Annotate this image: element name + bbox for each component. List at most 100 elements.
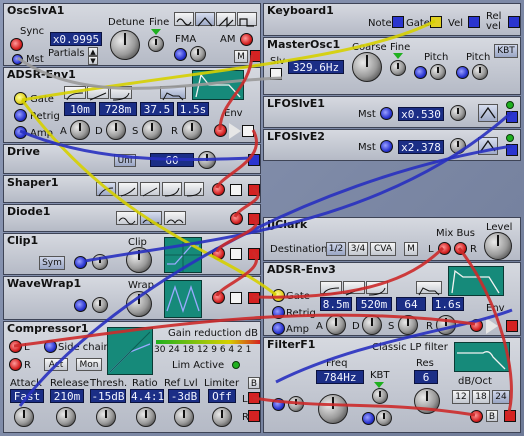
clip-input-jack[interactable] [212, 247, 225, 260]
gate-output-jack[interactable] [430, 16, 442, 28]
res-knob[interactable] [414, 388, 440, 414]
diode-full-button[interactable] [164, 211, 186, 225]
sustain-knob[interactable] [142, 120, 162, 140]
ratio-knob[interactable] [450, 105, 466, 121]
audio-input-jack[interactable] [242, 125, 254, 137]
env-output-jack[interactable] [470, 319, 483, 332]
module-lfo-slv-e1[interactable]: LFOSlvE1 Mst x0.530 [263, 96, 521, 128]
kbt-button[interactable]: KBT [494, 44, 518, 58]
sustain-knob[interactable] [398, 315, 418, 335]
retrig-input-jack[interactable] [272, 306, 285, 319]
saw-wave-button[interactable] [216, 12, 236, 28]
module-lfo-slv-e2[interactable]: LFOSlvE2 Mst x2.378 [263, 129, 521, 161]
shaper-mod-jack[interactable] [230, 184, 242, 196]
wrap-input-jack[interactable] [212, 291, 225, 304]
gate-input-jack[interactable] [272, 289, 285, 302]
left-output-jack[interactable] [248, 392, 260, 404]
freq-display[interactable]: 784Hz [316, 370, 364, 384]
slv-output-jack[interactable] [270, 68, 282, 80]
drive-output-jack[interactable] [248, 154, 260, 166]
slope-18-button[interactable]: 18 [472, 390, 490, 404]
vel-output-jack[interactable] [468, 16, 480, 28]
attack-shape-exp-button[interactable] [110, 86, 132, 101]
bypass-button[interactable]: B [248, 377, 260, 389]
module-clip1[interactable]: Clip1 Sym Clip [3, 233, 261, 275]
rel-vel-output-jack[interactable] [508, 16, 520, 28]
square-wave-button[interactable] [237, 12, 257, 27]
shape-2-button[interactable] [118, 182, 138, 197]
module-diode1[interactable]: Diode1 [3, 204, 261, 232]
thresh-display[interactable]: -15dB [90, 389, 126, 403]
bypass-button[interactable]: B [486, 410, 498, 422]
ratio-knob[interactable] [450, 138, 466, 154]
ratio-display[interactable]: x0.530 [398, 107, 444, 121]
pitch2-input-jack[interactable] [456, 66, 469, 79]
attack-display[interactable]: 10m [64, 102, 96, 116]
gate-input-jack[interactable] [14, 92, 27, 105]
ratio-display[interactable]: x2.378 [398, 140, 444, 154]
slope-12-button[interactable]: 12 [452, 390, 470, 404]
waveform-button[interactable] [478, 104, 498, 122]
fine-knob[interactable] [390, 60, 406, 76]
right-input-jack[interactable] [454, 242, 467, 255]
shape-3-button[interactable] [140, 182, 160, 197]
module-compressor1[interactable]: Compressor1 L R Side chain Act Mon Gain … [3, 321, 261, 433]
attack-shape-lin-button[interactable] [343, 281, 365, 296]
ref-lvl-knob[interactable] [174, 407, 194, 427]
release-knob[interactable] [182, 120, 202, 140]
sync-input-jack[interactable] [10, 38, 23, 51]
waveform-button[interactable] [478, 137, 498, 155]
shape-4-button[interactable] [162, 182, 182, 197]
envelope-mode-button[interactable] [416, 281, 442, 296]
filter-input-jack[interactable] [470, 410, 483, 423]
partials-down-button[interactable]: ▼ [88, 56, 98, 65]
amp-input-jack[interactable] [14, 126, 27, 139]
mst-input-jack[interactable] [380, 140, 393, 153]
mon-button[interactable]: Mon [76, 358, 102, 371]
fma-knob[interactable] [190, 46, 206, 62]
clip-knob[interactable] [126, 247, 152, 273]
limiter-display[interactable]: Off [208, 389, 236, 403]
wrap-output-jack[interactable] [248, 292, 260, 304]
module-osc-slv-a1[interactable]: OscSlvA1 Sync Mst x0.9995 Partials ▲ ▼ D… [3, 3, 261, 66]
freq-knob[interactable] [318, 394, 348, 424]
mute-button[interactable]: M [234, 50, 248, 63]
shape-1-button[interactable] [96, 182, 116, 197]
clip-output-jack[interactable] [248, 248, 260, 260]
module-filter-f1[interactable]: FilterF1 Classic LP filter Freq 784Hz KB… [263, 337, 521, 433]
fma-input-jack[interactable] [174, 48, 187, 61]
diode-none-button[interactable] [116, 211, 138, 225]
triangle-wave-button[interactable] [195, 12, 215, 27]
amp-input-jack[interactable] [272, 322, 285, 335]
coarse-knob[interactable] [352, 52, 382, 82]
level-knob[interactable] [484, 232, 512, 260]
module-shaper1[interactable]: Shaper1 [3, 175, 261, 203]
module-adsr-env1[interactable]: ADSR-Env1 Gate Retrig Amp 10m 728m 37.5 … [3, 67, 261, 143]
am-input-jack[interactable] [240, 33, 253, 46]
audio-output-jack[interactable] [506, 320, 518, 332]
frequency-display[interactable]: 329.6Hz [288, 60, 344, 74]
wrap-mod-knob[interactable] [92, 297, 108, 313]
diode-half-button[interactable] [140, 211, 162, 225]
ratio-display[interactable]: x0.9995 [50, 32, 102, 46]
lfo-output-jack[interactable] [506, 111, 518, 123]
left-input-jack[interactable] [438, 242, 451, 255]
release-display[interactable]: 1.6s [432, 297, 464, 311]
left-input-jack[interactable] [9, 340, 22, 353]
mst-input-jack[interactable] [380, 107, 393, 120]
filter-output-jack[interactable] [504, 410, 516, 422]
attack-display[interactable]: Fast [10, 389, 44, 403]
res-display[interactable]: 6 [414, 370, 438, 384]
attack-shape-log-button[interactable] [320, 281, 342, 296]
destination-cva-button[interactable]: CVA [370, 242, 396, 256]
sustain-display[interactable]: 64 [396, 297, 426, 311]
module-jjclark[interactable]: JJClark Destination 1/2 3/4 CVA M Mix Bu… [263, 217, 521, 261]
ratio-display[interactable]: 4.4:1 [130, 389, 164, 403]
side-chain-input-jack[interactable] [44, 340, 57, 353]
shaper-output-jack[interactable] [248, 184, 260, 196]
freq-mod1-jack[interactable] [272, 398, 285, 411]
drive-knob[interactable] [198, 151, 216, 169]
note-output-jack[interactable] [392, 16, 404, 28]
envelope-mode-button[interactable] [160, 86, 186, 101]
freq-mod1-knob[interactable] [288, 396, 304, 412]
